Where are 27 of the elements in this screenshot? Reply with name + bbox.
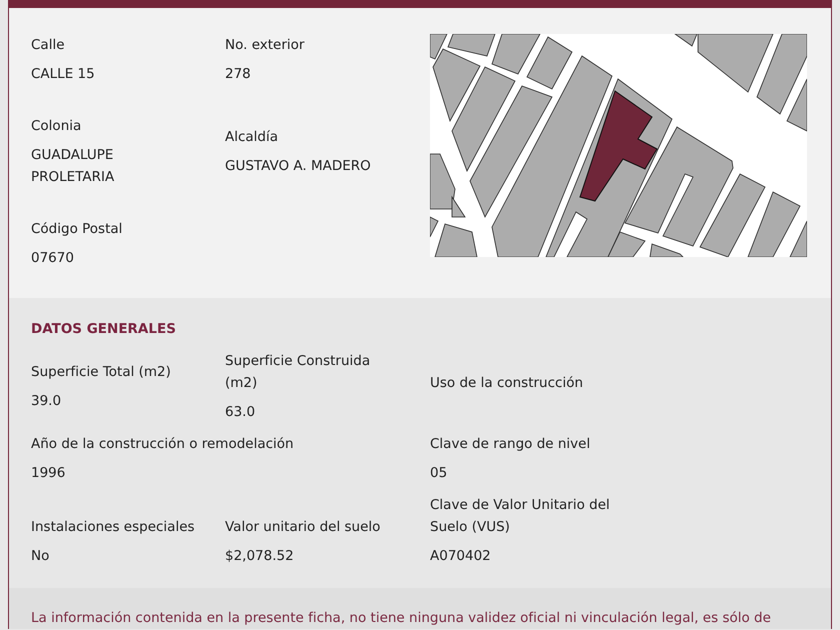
field-value: GUSTAVO A. MADERO: [225, 157, 372, 176]
field-label: Superficie Total (m2): [31, 363, 172, 382]
field-value: 07670: [31, 249, 75, 268]
field-label: Alcaldía: [225, 128, 280, 147]
field-value: 278: [225, 65, 252, 84]
field-value: 05: [430, 464, 448, 483]
field-value: A070402: [430, 547, 492, 566]
field-value: $2,078.52: [225, 547, 295, 566]
field-label: Calle: [31, 36, 66, 55]
field-label: Colonia: [31, 117, 82, 136]
field-label: Uso de la construcción: [430, 374, 584, 393]
disclaimer-text: La información contenida en la presente ficha, no tiene ninguna validez oficial ni vinculación legal, es sólo de: [31, 609, 772, 628]
field-label: Año de la construcción o remodelación: [31, 435, 295, 454]
field-value: CALLE 15: [31, 65, 96, 84]
field-label: Código Postal: [31, 220, 124, 239]
field-label: No. exterior: [225, 36, 306, 55]
section-title: DATOS GENERALES: [31, 320, 177, 339]
field-value: No: [31, 547, 50, 566]
field-value: 63.0: [225, 403, 256, 422]
field-label: Instalaciones especiales: [31, 518, 196, 537]
field-label: Clave de Valor Unitario del Suelo (VUS): [430, 496, 611, 537]
field-value: 39.0: [31, 392, 62, 411]
field-label: Superficie Construida (m2): [225, 352, 372, 393]
field-value: GUADALUPE PROLETARIA: [31, 146, 116, 187]
field-label: Valor unitario del suelo: [225, 518, 382, 537]
field-value: 1996: [31, 464, 66, 483]
field-label: Clave de rango de nivel: [430, 435, 592, 454]
